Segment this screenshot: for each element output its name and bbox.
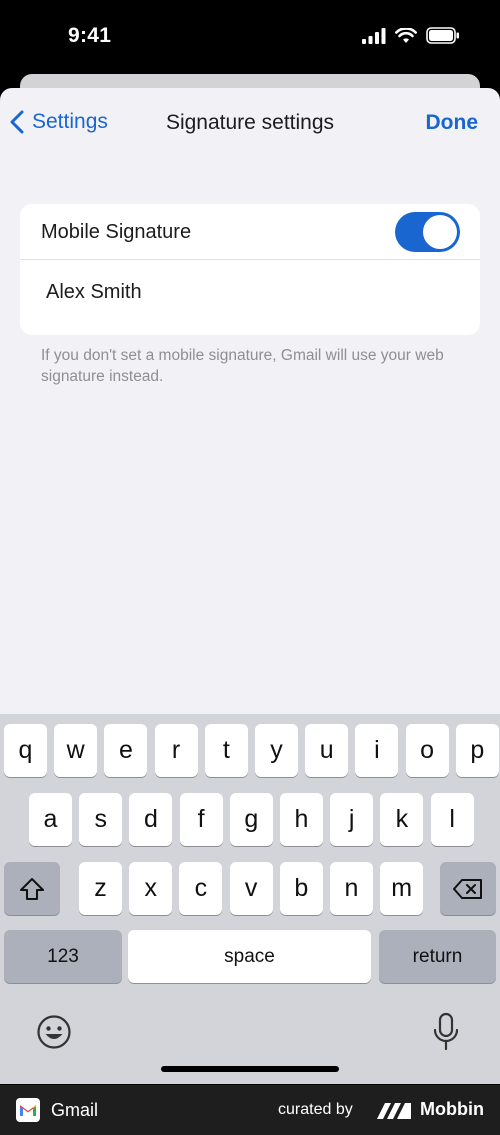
key-a[interactable]: a bbox=[29, 793, 72, 846]
key-o[interactable]: o bbox=[405, 724, 449, 777]
toggle-knob bbox=[423, 215, 457, 249]
key-z[interactable]: z bbox=[79, 862, 122, 915]
battery-icon bbox=[426, 27, 459, 44]
key-i[interactable]: i bbox=[355, 724, 399, 777]
key-q[interactable]: q bbox=[4, 724, 47, 777]
space-key[interactable]: space bbox=[128, 930, 371, 983]
cellular-signal-icon bbox=[362, 27, 386, 44]
key-j[interactable]: j bbox=[330, 793, 374, 846]
gmail-logo-icon bbox=[16, 1098, 40, 1122]
mobile-signature-label: Mobile Signature bbox=[41, 221, 192, 243]
key-s[interactable]: s bbox=[79, 793, 123, 846]
status-bar: 9:41 bbox=[0, 0, 500, 75]
key-y[interactable]: y bbox=[255, 724, 298, 777]
key-w[interactable]: w bbox=[54, 724, 98, 777]
key-x[interactable]: x bbox=[129, 862, 173, 915]
signature-settings-sheet: Settings Signature settings Done Mobile … bbox=[0, 88, 500, 738]
numbers-key[interactable]: 123 bbox=[4, 930, 122, 983]
signature-text-field[interactable]: Alex Smith bbox=[46, 281, 466, 304]
mobile-signature-toggle[interactable] bbox=[395, 212, 460, 252]
delete-key[interactable] bbox=[440, 862, 496, 915]
key-p[interactable]: p bbox=[455, 724, 499, 777]
status-icons bbox=[362, 27, 460, 44]
signature-card: Mobile Signature Alex Smith bbox=[20, 204, 480, 335]
microphone-icon[interactable] bbox=[432, 1012, 460, 1057]
home-indicator bbox=[161, 1066, 339, 1072]
key-u[interactable]: u bbox=[305, 724, 349, 777]
key-m[interactable]: m bbox=[380, 862, 424, 915]
mobbin-logo-icon bbox=[377, 1103, 411, 1119]
key-d[interactable]: d bbox=[129, 793, 173, 846]
key-e[interactable]: e bbox=[104, 724, 148, 777]
wifi-icon bbox=[395, 27, 417, 43]
mobile-signature-row: Mobile Signature bbox=[20, 204, 480, 260]
key-n[interactable]: n bbox=[330, 862, 373, 915]
key-b[interactable]: b bbox=[279, 862, 323, 915]
footer-app-name: Gmail bbox=[51, 1100, 99, 1120]
key-h[interactable]: h bbox=[280, 793, 323, 846]
signature-hint: If you don't set a mobile signature, Gma… bbox=[41, 347, 444, 385]
key-r[interactable]: r bbox=[154, 724, 198, 777]
key-l[interactable]: l bbox=[430, 793, 474, 846]
return-key[interactable]: return bbox=[379, 930, 496, 983]
shift-key[interactable] bbox=[4, 862, 60, 915]
keyboard: qwertyuiop asdfghjkl zxcvbnm 123 space r… bbox=[0, 714, 500, 1084]
key-t[interactable]: t bbox=[204, 724, 248, 777]
navigation-bar: Settings Signature settings Done bbox=[0, 88, 500, 160]
key-c[interactable]: c bbox=[179, 862, 223, 915]
emoji-icon[interactable] bbox=[36, 1014, 72, 1055]
key-f[interactable]: f bbox=[179, 793, 223, 846]
status-time: 9:41 bbox=[68, 24, 112, 47]
key-v[interactable]: v bbox=[229, 862, 273, 915]
footer-bar: Gmail curated by Mobbin bbox=[0, 1085, 500, 1135]
footer-brand: Mobbin bbox=[420, 1099, 484, 1119]
shift-icon bbox=[20, 877, 44, 900]
backspace-icon bbox=[453, 878, 482, 899]
key-k[interactable]: k bbox=[380, 793, 424, 846]
key-g[interactable]: g bbox=[229, 793, 273, 846]
done-button[interactable]: Done bbox=[426, 111, 479, 135]
footer-curated-by: curated by bbox=[278, 1101, 353, 1118]
